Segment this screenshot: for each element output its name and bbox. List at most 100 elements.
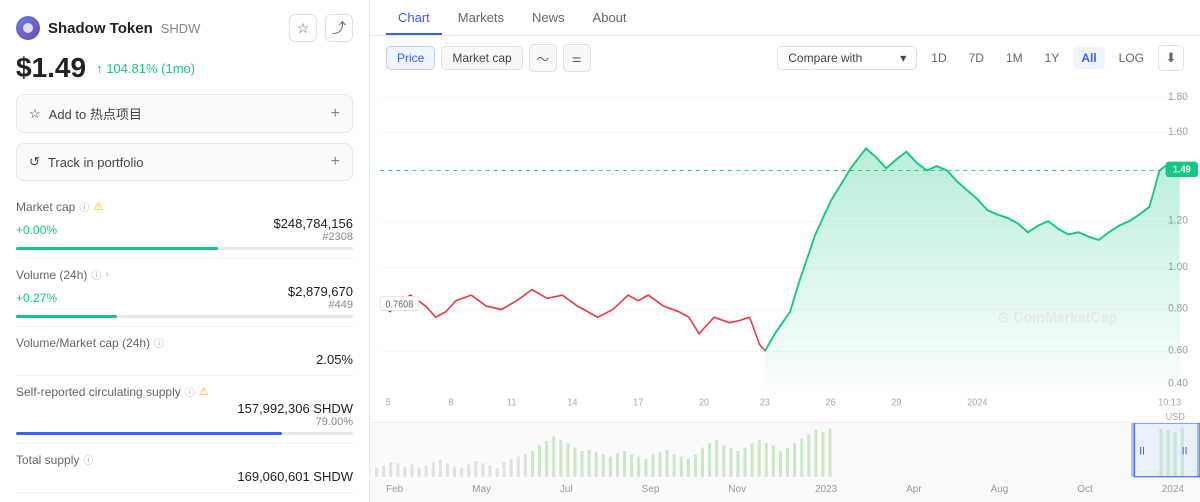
svg-text:29: 29 xyxy=(891,397,901,408)
total-supply-label: Total supply xyxy=(16,453,79,467)
svg-text:10:13: 10:13 xyxy=(1158,397,1181,408)
mini-label-may: May xyxy=(472,484,491,495)
star-icon: ☆ xyxy=(29,106,41,122)
main-chart-svg: 1.80 1.60 1.40 1.20 1.00 0.80 0.60 0.40 xyxy=(370,80,1200,422)
svg-text:8: 8 xyxy=(448,397,453,408)
total-supply-info-icon[interactable]: ⓘ xyxy=(83,452,93,467)
volume-row: Volume (24h) ⓘ › +0.27% $2,879,670 #449 xyxy=(16,259,353,327)
download-button[interactable]: ⬇ xyxy=(1158,45,1184,71)
log-button[interactable]: LOG xyxy=(1111,47,1152,69)
compare-chevron-icon: ▾ xyxy=(900,51,906,65)
total-supply-row: Total supply ⓘ 169,060,601 SHDW xyxy=(16,444,353,493)
line-chart-icon[interactable]: 〜 xyxy=(529,44,557,72)
mini-chart: II II Feb May Jul Sep Nov 2023 Apr Aug O… xyxy=(370,422,1200,502)
tab-news[interactable]: News xyxy=(520,2,577,35)
supply-warn-icon: ⚠ xyxy=(199,385,209,398)
mini-label-apr: Apr xyxy=(906,484,922,495)
tab-chart[interactable]: Chart xyxy=(386,2,442,35)
market-cap-row: Market cap ⓘ ⚠ +0.00% $248,784,156 #2308 xyxy=(16,191,353,259)
svg-text:11: 11 xyxy=(507,397,516,408)
right-panel: Chart Markets News About Price Market ca… xyxy=(370,0,1200,502)
mini-label-sep: Sep xyxy=(642,484,660,495)
price-button[interactable]: Price xyxy=(386,46,435,70)
vol-mcap-label: Volume/Market cap (24h) xyxy=(16,336,150,350)
coin-header: Shadow Token SHDW ☆ ⤴ xyxy=(16,14,353,42)
svg-text:14: 14 xyxy=(567,397,578,408)
supply-label: Self-reported circulating supply xyxy=(16,385,181,399)
market-cap-change: +0.00% xyxy=(16,223,57,237)
market-cap-label: Market cap xyxy=(16,200,75,214)
candle-chart-icon[interactable]: ⚌ xyxy=(563,44,591,72)
watchlist-label: Add to 热点项目 xyxy=(49,104,142,123)
star-button[interactable]: ☆ xyxy=(289,14,317,42)
time-1m-button[interactable]: 1M xyxy=(998,47,1031,69)
coin-icon xyxy=(16,16,40,40)
svg-text:5: 5 xyxy=(386,397,391,408)
tab-about[interactable]: About xyxy=(581,2,639,35)
svg-text:17: 17 xyxy=(633,397,643,408)
mini-chart-svg: II II xyxy=(370,423,1200,479)
market-cap-warn-icon: ⚠ xyxy=(93,200,103,213)
volume-change: +0.27% xyxy=(16,291,57,305)
max-supply-row: Max. supply ⓘ 200,000,000 SHDW xyxy=(16,493,353,502)
market-cap-value: $248,784,156 xyxy=(273,216,353,231)
coin-actions: ☆ ⤴ xyxy=(289,14,353,42)
svg-text:1.80: 1.80 xyxy=(1168,90,1188,103)
chart-controls-left: Price Market cap 〜 ⚌ xyxy=(386,44,591,72)
compare-select[interactable]: Compare with ▾ xyxy=(777,46,917,70)
supply-info-icon[interactable]: ⓘ xyxy=(185,384,195,399)
svg-text:23: 23 xyxy=(760,397,770,408)
svg-text:1.49: 1.49 xyxy=(1173,164,1191,175)
market-cap-chart-button[interactable]: Market cap xyxy=(441,46,522,70)
supply-percent: 79.00% xyxy=(316,416,353,428)
svg-text:USD: USD xyxy=(1166,411,1185,422)
mini-label-2023: 2023 xyxy=(815,484,837,495)
svg-text:1.60: 1.60 xyxy=(1168,126,1188,139)
portfolio-button[interactable]: ↺ Track in portfolio + xyxy=(16,143,353,181)
portfolio-label: Track in portfolio xyxy=(48,155,144,170)
coin-symbol: SHDW xyxy=(161,21,201,36)
supply-row: Self-reported circulating supply ⓘ ⚠ 157… xyxy=(16,376,353,444)
market-cap-rank: #2308 xyxy=(273,231,353,243)
coin-title: Shadow Token SHDW xyxy=(16,16,200,40)
share-button[interactable]: ⤴ xyxy=(325,14,353,42)
volume-label: Volume (24h) xyxy=(16,268,87,282)
tabs-row: Chart Markets News About xyxy=(370,0,1200,36)
mini-label-2024: 2024 xyxy=(1162,484,1184,495)
svg-text:26: 26 xyxy=(825,397,835,408)
chart-controls: Price Market cap 〜 ⚌ Compare with ▾ 1D 7… xyxy=(370,36,1200,80)
total-supply-value: 169,060,601 SHDW xyxy=(237,469,353,484)
time-7d-button[interactable]: 7D xyxy=(961,47,992,69)
price-row: $1.49 104.81% (1mo) xyxy=(16,52,353,84)
add-watchlist-icon: + xyxy=(331,105,340,123)
chart-controls-right: Compare with ▾ 1D 7D 1M 1Y All LOG ⬇ xyxy=(777,45,1184,71)
coin-name: Shadow Token xyxy=(48,20,153,37)
vol-mcap-row: Volume/Market cap (24h) ⓘ 2.05% xyxy=(16,327,353,376)
market-cap-info-icon[interactable]: ⓘ xyxy=(79,199,89,214)
svg-text:⊙ CoinMarketCap: ⊙ CoinMarketCap xyxy=(998,310,1118,327)
tab-markets[interactable]: Markets xyxy=(446,2,516,35)
supply-value: 157,992,306 SHDW xyxy=(237,401,353,416)
mini-label-oct: Oct xyxy=(1077,484,1093,495)
volume-chevron-icon[interactable]: › xyxy=(105,269,108,280)
portfolio-icon: ↺ xyxy=(29,154,40,170)
vol-mcap-info-icon[interactable]: ⓘ xyxy=(154,335,164,350)
mini-label-nov: Nov xyxy=(728,484,746,495)
volume-rank: #449 xyxy=(288,299,353,311)
mini-label-aug: Aug xyxy=(991,484,1009,495)
mini-label-feb: Feb xyxy=(386,484,403,495)
svg-text:20: 20 xyxy=(699,397,709,408)
left-panel: Shadow Token SHDW ☆ ⤴ $1.49 104.81% (1mo… xyxy=(0,0,370,502)
mini-chart-labels: Feb May Jul Sep Nov 2023 Apr Aug Oct 202… xyxy=(370,484,1200,495)
time-all-button[interactable]: All xyxy=(1073,47,1104,69)
current-price: $1.49 xyxy=(16,52,86,84)
stats-section: Market cap ⓘ ⚠ +0.00% $248,784,156 #2308… xyxy=(16,191,353,502)
volume-info-icon[interactable]: ⓘ xyxy=(91,267,101,282)
add-portfolio-icon: + xyxy=(331,153,340,171)
vol-mcap-value: 2.05% xyxy=(316,352,353,367)
watchlist-button[interactable]: ☆ Add to 热点项目 + xyxy=(16,94,353,133)
volume-value: $2,879,670 xyxy=(288,284,353,299)
svg-text:II: II xyxy=(1139,445,1145,458)
time-1y-button[interactable]: 1Y xyxy=(1037,47,1068,69)
time-1d-button[interactable]: 1D xyxy=(923,47,954,69)
